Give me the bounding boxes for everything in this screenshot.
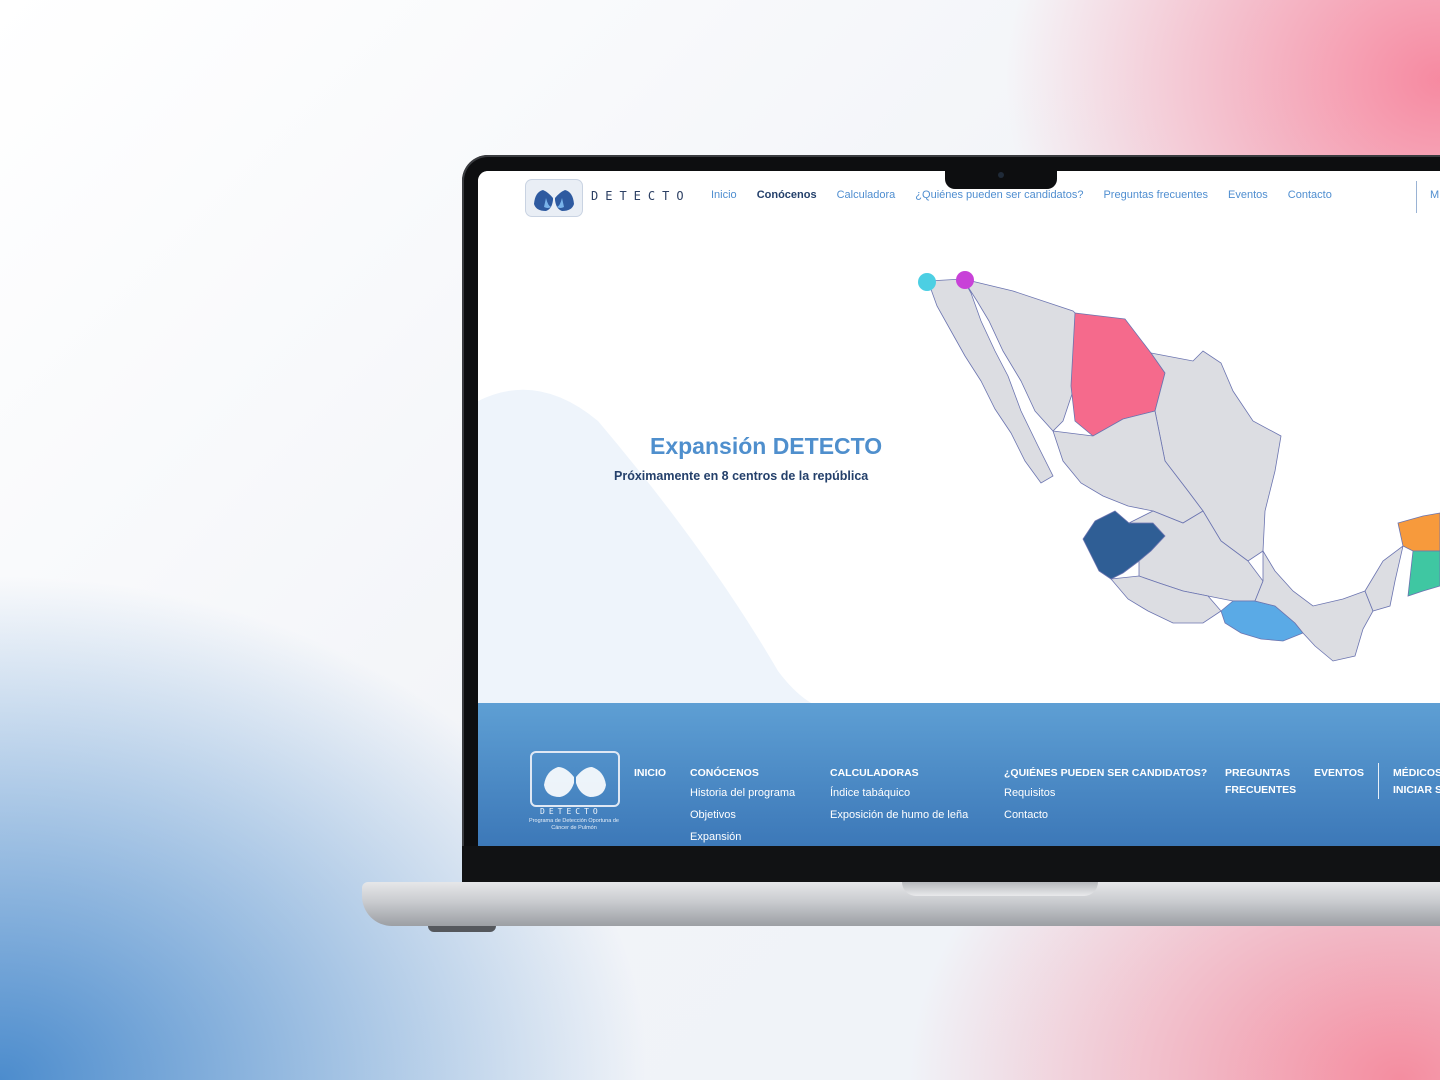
footer-col-preguntas: PREGUNTAS FRECUENTES xyxy=(1225,765,1296,799)
footer-link-contacto[interactable]: Contacto xyxy=(1004,804,1207,826)
footer-col-calculadoras: CALCULADORAS Índice tabáquico Exposición… xyxy=(830,765,968,826)
map-region-campeche xyxy=(1364,545,1404,612)
laptop-base xyxy=(362,882,1440,926)
footer-link-calculadoras[interactable]: CALCULADORAS xyxy=(830,765,968,782)
main-nav: Inicio Conócenos Calculadora ¿Quiénes pu… xyxy=(711,189,1352,201)
footer-divider xyxy=(1378,763,1379,799)
footer-link-preguntas-1[interactable]: PREGUNTAS xyxy=(1225,765,1296,782)
footer-link-requisitos[interactable]: Requisitos xyxy=(1004,782,1207,804)
footer-col-candidatos: ¿QUIÉNES PUEDEN SER CANDIDATOS? Requisit… xyxy=(1004,765,1207,826)
site-footer: DETECTO Programa de Detección Oportuna d… xyxy=(478,703,1440,846)
nav-item-medicos[interactable]: M xyxy=(1430,189,1439,201)
footer-link-humo[interactable]: Exposición de humo de leña xyxy=(830,804,968,826)
laptop-screen: DETECTO Inicio Conócenos Calculadora ¿Qu… xyxy=(478,171,1440,846)
footer-col-conocenos: CONÓCENOS Historia del programa Objetivo… xyxy=(690,765,795,846)
laptop-bezel-bottom xyxy=(462,846,1440,884)
footer-col-inicio: INICIO xyxy=(634,765,666,782)
nav-item-contacto[interactable]: Contacto xyxy=(1288,189,1332,201)
hero-subtitle: Próximamente en 8 centros de la repúblic… xyxy=(614,469,869,483)
footer-col-medicos: MÉDICOS INICIAR S xyxy=(1393,765,1440,799)
footer-link-medicos[interactable]: MÉDICOS xyxy=(1393,765,1440,782)
nav-item-candidatos[interactable]: ¿Quiénes pueden ser candidatos? xyxy=(915,189,1083,201)
footer-link-historia[interactable]: Historia del programa xyxy=(690,782,795,804)
map-marker-magenta xyxy=(956,271,974,289)
footer-link-inicio[interactable]: INICIO xyxy=(634,765,666,782)
nav-divider xyxy=(1416,181,1417,213)
logo-wordmark[interactable]: DETECTO xyxy=(591,189,691,203)
nav-item-preguntas[interactable]: Preguntas frecuentes xyxy=(1103,189,1208,201)
nav-item-conocenos[interactable]: Conócenos xyxy=(757,189,817,201)
map-marker-cyan xyxy=(918,273,936,291)
footer-link-conocenos[interactable]: CONÓCENOS xyxy=(690,765,795,782)
map-region-yucatan xyxy=(1397,512,1440,552)
laptop-opening-notch xyxy=(902,882,1098,896)
camera-icon xyxy=(998,172,1004,178)
footer-link-indice[interactable]: Índice tabáquico xyxy=(830,782,968,804)
lungs-logo-icon[interactable] xyxy=(526,180,582,216)
nav-item-calculadora[interactable]: Calculadora xyxy=(837,189,896,201)
footer-link-preguntas-2[interactable]: FRECUENTES xyxy=(1225,782,1296,799)
footer-logo-wordmark: DETECTO xyxy=(540,807,602,816)
nav-item-eventos[interactable]: Eventos xyxy=(1228,189,1268,201)
laptop-foot xyxy=(428,926,496,932)
hero-title: Expansión DETECTO xyxy=(650,433,883,459)
footer-lungs-logo-icon[interactable] xyxy=(530,751,620,807)
footer-link-objetivos[interactable]: Objetivos xyxy=(690,804,795,826)
mexico-expansion-map[interactable] xyxy=(903,261,1440,681)
footer-logo-subtitle: Programa de Detección Oportuna de Cáncer… xyxy=(529,818,619,831)
footer-link-candidatos[interactable]: ¿QUIÉNES PUEDEN SER CANDIDATOS? xyxy=(1004,765,1207,782)
footer-link-expansion[interactable]: Expansión xyxy=(690,826,795,846)
nav-item-inicio[interactable]: Inicio xyxy=(711,189,737,201)
footer-col-eventos: EVENTOS xyxy=(1314,765,1364,782)
footer-link-eventos[interactable]: EVENTOS xyxy=(1314,765,1364,782)
map-region-quintana-roo xyxy=(1407,550,1440,597)
footer-link-iniciar[interactable]: INICIAR S xyxy=(1393,782,1440,799)
